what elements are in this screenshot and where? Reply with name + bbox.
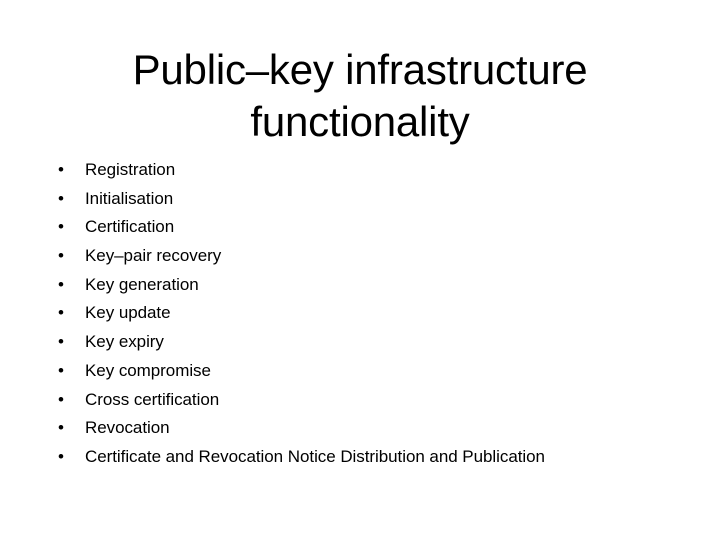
list-item-label: Cross certification xyxy=(85,389,220,409)
page-title-line-1: Public–key infrastructure xyxy=(132,46,588,93)
list-item: • Initialisation xyxy=(58,189,698,218)
list-item: • Registration xyxy=(58,160,698,189)
bullet-point-icon: • xyxy=(58,446,64,466)
list-item-label: Key update xyxy=(85,303,171,323)
bullet-point-icon: • xyxy=(58,332,64,352)
bullet-point-icon: • xyxy=(58,418,64,438)
bullet-point-icon: • xyxy=(58,389,64,409)
list-item-label: Initialisation xyxy=(85,188,174,208)
page-title-line-2: functionality xyxy=(250,98,470,145)
slide-canvas: Public–key infrastructure functionality … xyxy=(0,0,720,540)
list-item-label: Certification xyxy=(85,217,175,237)
list-item: • Key update xyxy=(58,303,698,332)
list-item-label: Key expiry xyxy=(85,332,164,352)
list-item-label: Revocation xyxy=(85,418,170,438)
list-item: • Key expiry xyxy=(58,332,698,361)
bullet-point-icon: • xyxy=(58,160,64,179)
bullet-point-icon: • xyxy=(58,303,64,323)
bullet-point-icon: • xyxy=(58,188,64,208)
list-item: • Certificate and Revocation Notice Dist… xyxy=(58,447,698,476)
list-item: • Key compromise xyxy=(58,361,698,390)
list-item-label: Key compromise xyxy=(85,360,211,380)
list-item-label: Registration xyxy=(85,160,176,179)
list-item: • Revocation xyxy=(58,418,698,447)
bullet-point-icon: • xyxy=(58,360,64,380)
page-title: Public–key infrastructure functionality xyxy=(60,44,660,148)
list-item: • Cross certification xyxy=(58,390,698,419)
list-item-label: Key–pair recovery xyxy=(85,246,222,266)
bullet-point-icon: • xyxy=(58,274,64,294)
list-item: • Key generation xyxy=(58,275,698,304)
list-item-label: Key generation xyxy=(85,274,199,294)
list-item: • Key–pair recovery xyxy=(58,246,698,275)
list-item-label: Certificate and Revocation Notice Distri… xyxy=(85,446,545,466)
bullet-list: • Registration • Initialisation • Certif… xyxy=(58,160,698,476)
list-item: • Certification xyxy=(58,217,698,246)
bullet-point-icon: • xyxy=(58,217,64,237)
bullet-point-icon: • xyxy=(58,246,64,266)
